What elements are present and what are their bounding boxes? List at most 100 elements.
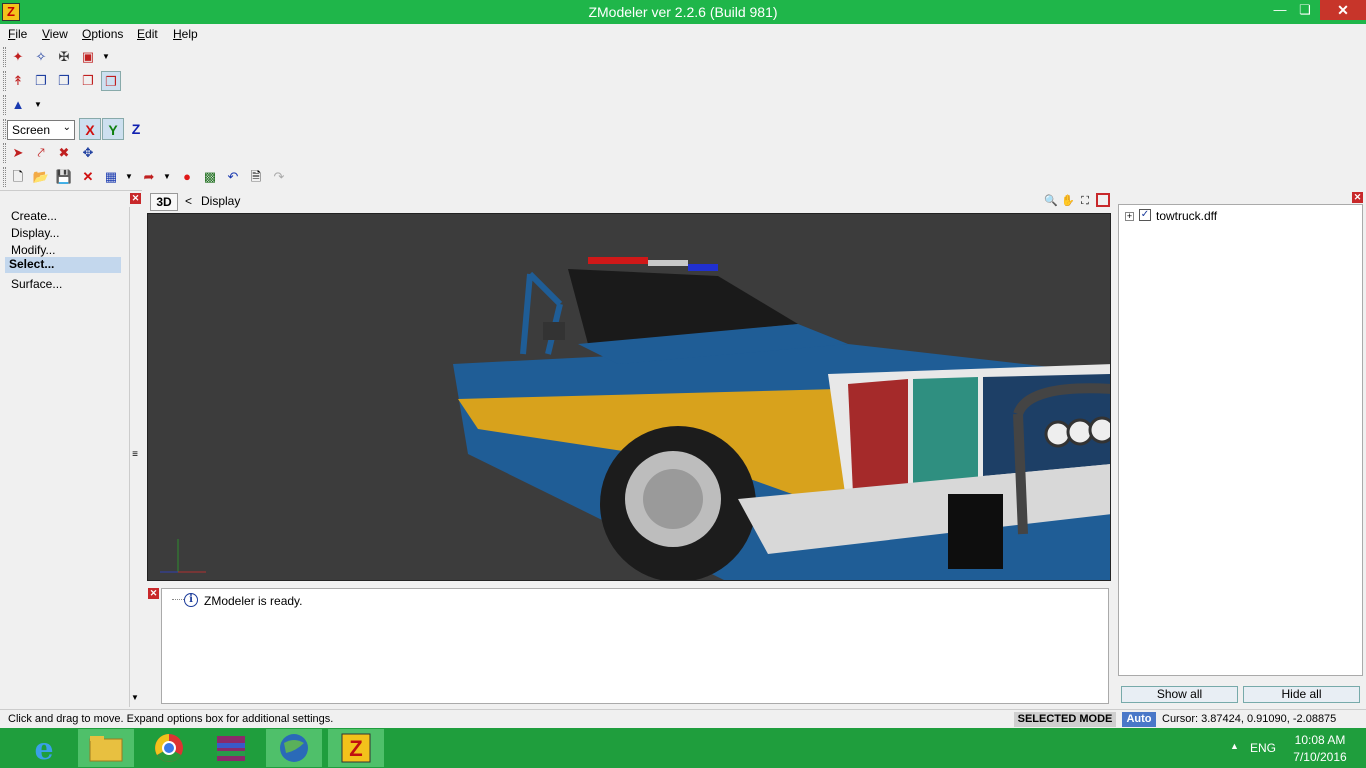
scroll-down-icon[interactable]: ▼ [129,693,141,702]
chevron-down-icon[interactable]: ▼ [101,47,111,67]
hierarchy-mode-icon[interactable]: ❐ [101,71,121,91]
log-output[interactable]: i ZModeler is ready. [161,588,1109,704]
edge-mode-icon[interactable]: ❐ [31,71,51,91]
undo-icon[interactable]: ↶ [223,167,243,187]
clock-time[interactable]: 10:08 AM [1290,733,1350,747]
import-icon[interactable]: ▦ [101,167,121,187]
menu-edit[interactable]: Edit [137,27,158,41]
redo-icon[interactable]: ↷ [269,167,289,187]
language-indicator[interactable]: ENG [1250,741,1276,755]
rotate-axes-icon[interactable]: ✖ [54,143,74,163]
title-bar: Z ZModeler ver 2.2.6 (Build 981) — ❏ ✕ [0,0,1366,24]
select-objects-icon[interactable]: ✠ [54,47,74,67]
export-icon[interactable]: ➦ [139,167,159,187]
log-message: ZModeler is ready. [204,594,303,608]
winrar-icon[interactable] [203,729,259,767]
show-all-button[interactable]: Show all [1121,686,1238,703]
status-bar: Click and drag to move. Expand options b… [0,709,1366,728]
svg-text:e: e [34,732,53,767]
log-panel: ✕ i ZModeler is ready. [147,586,1111,704]
scroll-grip-icon[interactable]: ≡ [129,449,141,460]
properties-icon[interactable]: 🗎 [246,167,266,187]
axis-y-toggle[interactable]: Y [102,118,124,140]
scene-tree-panel: ✕ + ✓ towtruck.dff Show all Hide all [1116,190,1366,706]
toolbar-grip[interactable] [3,95,6,115]
file-explorer-icon[interactable] [78,729,134,767]
expand-icon[interactable]: + [1125,212,1134,221]
close-window-button[interactable]: ✕ [1320,0,1366,20]
save-icon[interactable]: 💾 [54,167,74,187]
close-panel-icon[interactable]: ✕ [130,193,141,204]
toolbar-grip[interactable] [3,143,6,163]
view-mode-button[interactable]: 3D [150,193,178,211]
tray-expand-icon[interactable]: ▲ [1230,741,1239,751]
svg-text:Z: Z [349,736,362,761]
globe-app-icon[interactable] [266,729,322,767]
chevron-down-icon[interactable]: ▼ [124,167,134,187]
truck-model-render [160,257,1110,580]
coordinate-space-value: Screen [12,123,51,137]
internet-explorer-icon[interactable]: e [16,729,72,767]
axis-x-toggle[interactable]: X [79,118,101,140]
axis-z-toggle[interactable]: Z [125,118,147,140]
command-display[interactable]: Display... [11,226,59,240]
toolbar-grip[interactable] [3,167,6,187]
command-modify[interactable]: Modify... [11,243,55,257]
menu-view[interactable]: View [42,27,68,41]
material-editor-icon[interactable]: ▩ [200,167,220,187]
clock-date[interactable]: 7/10/2016 [1290,750,1350,764]
shading-cone-icon[interactable]: ▲ [8,95,28,115]
select-faces-icon[interactable]: ✧ [31,47,51,67]
zoom-icon[interactable]: 🔍 [1043,193,1059,209]
viewport-label: Display [201,194,241,208]
scale-axes-icon[interactable]: ✥ [78,143,98,163]
cursor-coordinates: Cursor: 3.87424, 0.91090, -2.08875 [1162,713,1337,725]
vertex-mode-icon[interactable]: ↟ [8,71,28,91]
select-region-icon[interactable]: ▣ [78,47,98,67]
object-mode-icon[interactable]: ❐ [78,71,98,91]
visibility-checkbox[interactable]: ✓ [1139,209,1151,221]
coordinate-space-select[interactable]: Screen ⌄ [7,120,75,140]
move-axes-icon[interactable]: ⤤ [31,143,51,163]
open-folder-icon[interactable]: 📂 [31,167,51,187]
command-surface[interactable]: Surface... [11,277,62,291]
fit-view-icon[interactable]: ⛶ [1077,193,1093,209]
chevron-down-icon[interactable]: ▼ [162,167,172,187]
tree-item-root[interactable]: towtruck.dff [1156,209,1217,223]
chevron-down-icon: ⌄ [62,122,71,133]
info-icon: i [184,593,198,607]
auto-indicator[interactable]: Auto [1122,712,1156,727]
minimize-icon[interactable]: — [1267,0,1293,22]
scene-tree[interactable]: + ✓ towtruck.dff [1118,204,1363,676]
viewport-header: 3D < Display 🔍 ✋ ⛶ [147,190,1111,212]
windows-taskbar: e Z ▲ ENG 10:08 AM 7/10/2016 [0,728,1366,768]
restore-icon[interactable]: ❏ [1292,0,1318,22]
close-panel-icon[interactable]: ✕ [1352,192,1363,203]
hide-all-button[interactable]: Hide all [1243,686,1360,703]
zmodeler-icon[interactable]: Z [328,729,384,767]
back-arrow-icon[interactable]: < [185,194,192,208]
face-mode-icon[interactable]: ❐ [54,71,74,91]
select-vertices-icon[interactable]: ✦ [8,47,28,67]
toolbar-grip[interactable] [3,71,6,91]
menu-help[interactable]: Help [173,27,198,41]
3d-viewport[interactable] [147,213,1111,581]
record-icon[interactable]: ● [177,167,197,187]
tree-connector [172,599,184,600]
menu-file[interactable]: File [8,27,27,41]
selected-mode-indicator[interactable]: SELECTED MODE [1014,712,1116,727]
close-file-icon[interactable]: ✕ [78,167,98,187]
toolbar-grip[interactable] [3,119,6,139]
close-panel-icon[interactable]: ✕ [148,588,159,599]
command-panel: ✕ Create... Display... Modify... Select.… [0,190,142,707]
toolbar-grip[interactable] [3,47,6,67]
chrome-icon[interactable] [141,729,197,767]
new-file-icon[interactable]: 🗋 [8,167,28,187]
command-select[interactable]: Select... [5,257,121,273]
magnet-icon[interactable]: ➤ [8,143,28,163]
chevron-down-icon[interactable]: ▼ [33,95,43,115]
menu-options[interactable]: Options [82,27,123,41]
pan-hand-icon[interactable]: ✋ [1060,193,1076,209]
maximize-viewport-icon[interactable] [1096,193,1110,207]
command-create[interactable]: Create... [11,209,57,223]
